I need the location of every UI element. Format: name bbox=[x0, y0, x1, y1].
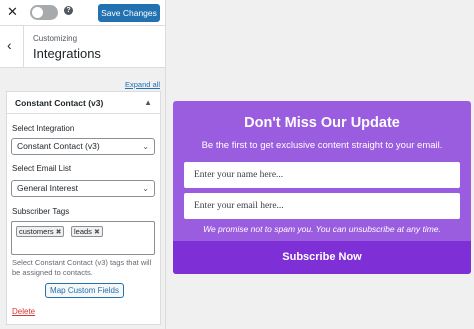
optin-form: Don't Miss Our Update Be the first to ge… bbox=[173, 101, 471, 274]
panel-header: ‹ Customizing Integrations bbox=[0, 26, 165, 68]
email-input[interactable]: Enter your email here... bbox=[184, 193, 460, 219]
select-integration-label: Select Integration bbox=[12, 124, 75, 133]
preview-area: Don't Miss Our Update Be the first to ge… bbox=[167, 0, 474, 329]
integration-select-value: Constant Contact (v3) bbox=[17, 141, 100, 151]
customizer-sidebar: ✕ ? Save Changes ‹ Customizing Integrati… bbox=[0, 0, 166, 329]
section-header[interactable]: Constant Contact (v3) ▲ bbox=[7, 92, 160, 114]
subscriber-tags-input[interactable]: customers ✖ leads ✖ bbox=[11, 221, 155, 255]
close-icon[interactable]: ✕ bbox=[7, 5, 18, 18]
customizer-topbar: ✕ ? Save Changes bbox=[0, 0, 165, 26]
page-title: Integrations bbox=[33, 46, 101, 61]
tag-chip-customers[interactable]: customers ✖ bbox=[16, 226, 65, 237]
name-input[interactable]: Enter your name here... bbox=[184, 162, 460, 188]
optin-subtitle: Be the first to get exclusive content st… bbox=[201, 140, 443, 151]
tags-help-text: Select Constant Contact (v3) tags that w… bbox=[12, 258, 152, 277]
expand-all-link[interactable]: Expand all bbox=[125, 80, 160, 89]
remove-tag-icon[interactable]: ✖ bbox=[56, 229, 62, 236]
help-icon[interactable]: ? bbox=[64, 6, 73, 15]
email-list-select-value: General Interest bbox=[17, 183, 78, 193]
subscriber-tags-label: Subscriber Tags bbox=[12, 207, 70, 216]
delete-link[interactable]: Delete bbox=[12, 307, 35, 316]
optin-title: Don't Miss Our Update bbox=[244, 115, 400, 131]
email-list-select[interactable]: General Interest ⌄ bbox=[11, 180, 155, 197]
chevron-down-icon: ⌄ bbox=[142, 142, 149, 151]
preview-toggle[interactable] bbox=[30, 5, 58, 20]
tag-chip-leads[interactable]: leads ✖ bbox=[71, 226, 103, 237]
privacy-note: We promise not to spam you. You can unsu… bbox=[203, 224, 441, 234]
map-custom-fields-button[interactable]: Map Custom Fields bbox=[45, 283, 124, 298]
back-button[interactable]: ‹ bbox=[0, 26, 24, 68]
breadcrumb: Customizing bbox=[33, 34, 78, 43]
toggle-knob bbox=[32, 7, 43, 18]
select-email-list-label: Select Email List bbox=[12, 164, 72, 173]
tag-label: leads bbox=[74, 227, 92, 236]
section-title: Constant Contact (v3) bbox=[15, 98, 104, 108]
chevron-left-icon: ‹ bbox=[7, 37, 12, 53]
chevron-down-icon: ⌄ bbox=[142, 184, 149, 193]
tag-label: customers bbox=[19, 227, 54, 236]
save-changes-button[interactable]: Save Changes bbox=[98, 4, 160, 22]
remove-tag-icon[interactable]: ✖ bbox=[94, 229, 100, 236]
collapse-arrow-icon[interactable]: ▲ bbox=[144, 98, 152, 107]
integration-select[interactable]: Constant Contact (v3) ⌄ bbox=[11, 138, 155, 155]
subscribe-button[interactable]: Subscribe Now bbox=[173, 241, 471, 274]
integration-section: Constant Contact (v3) ▲ Select Integrati… bbox=[6, 91, 161, 325]
